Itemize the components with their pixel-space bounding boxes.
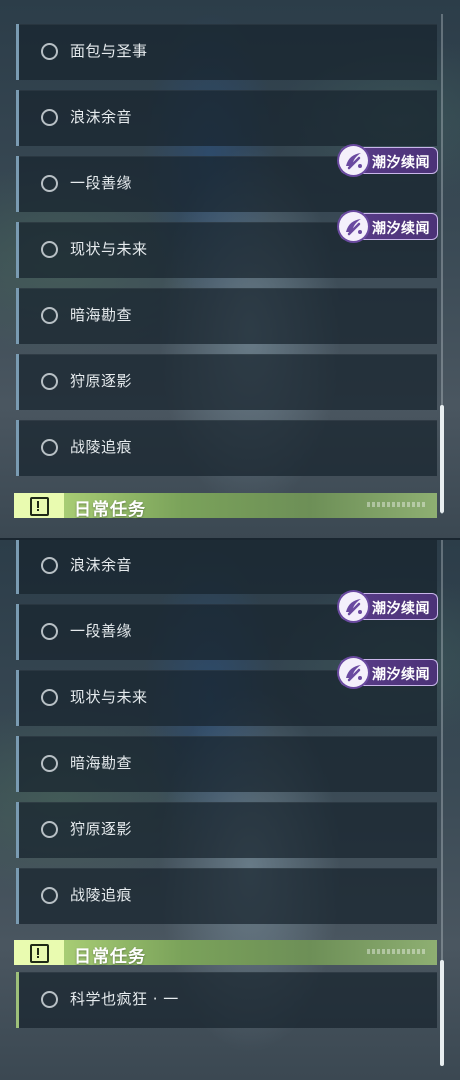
quest-item-label: 狩原逐影 [70,820,133,838]
circle-ring-icon [41,623,58,640]
quest-item-label: 暗海勘查 [70,306,133,324]
circle-ring-icon [41,991,58,1008]
quest-item-label: 战陵追痕 [70,438,133,456]
quest-item[interactable]: 战陵追痕 [16,420,437,476]
quest-item[interactable]: 面包与圣事 [16,24,437,80]
circle-ring-icon [41,557,58,574]
badge-text: 潮汐续闻 [372,667,430,683]
quest-item-label: 暗海勘查 [70,754,133,772]
quest-item-label: 面包与圣事 [70,42,148,60]
circle-ring-icon [41,887,58,904]
section-decoration [367,502,427,507]
badge-text: 潮汐续闻 [372,155,430,171]
tide-story-badge: 潮汐续闻 [339,212,438,241]
section-header-daily[interactable]: 日常任务 [14,493,437,520]
section-title: 日常任务 [74,947,146,967]
exclamation-box-icon [14,493,64,518]
quest-item[interactable]: 浪沫余音 [16,90,437,146]
quest-panel-bottom: 浪沫余音 一段善缘 现状与未来 暗海勘查 狩原逐影 战陵追痕 潮汐续闻 潮汐续闻… [0,540,460,1080]
circle-ring-icon [41,109,58,126]
circle-ring-icon [41,43,58,60]
scrollbar-thumb[interactable] [440,405,444,513]
quest-item[interactable]: 狩原逐影 [16,354,437,410]
circle-ring-icon [41,307,58,324]
circle-ring-icon [41,439,58,456]
scrollbar-thumb[interactable] [440,960,444,1066]
circle-ring-icon [41,755,58,772]
circle-ring-icon [41,821,58,838]
quest-item-label: 一段善缘 [70,174,133,192]
section-title: 日常任务 [74,500,146,520]
exclamation-box-icon [14,940,64,965]
quest-item[interactable]: 暗海勘查 [16,736,437,792]
quest-item-label: 浪沫余音 [70,108,133,126]
quest-item[interactable]: 战陵追痕 [16,868,437,924]
tide-story-badge: 潮汐续闻 [339,146,438,175]
quest-item[interactable]: 暗海勘查 [16,288,437,344]
tide-story-icon [339,212,368,241]
quest-item-label: 战陵追痕 [70,886,133,904]
badge-text: 潮汐续闻 [372,601,430,617]
section-decoration [367,949,427,954]
circle-ring-icon [41,373,58,390]
quest-item-label: 浪沫余音 [70,556,133,574]
quest-item-label: 一段善缘 [70,622,133,640]
quest-item-label: 现状与未来 [70,240,148,258]
tide-story-badge: 潮汐续闻 [339,592,438,621]
quest-item[interactable]: 浪沫余音 [16,540,437,594]
tide-story-icon [339,146,368,175]
circle-ring-icon [41,175,58,192]
daily-quest-item[interactable]: 科学也疯狂 · 一 [16,972,437,1028]
quest-item-label: 现状与未来 [70,688,148,706]
tide-story-icon [339,592,368,621]
quest-item[interactable]: 狩原逐影 [16,802,437,858]
badge-text: 潮汐续闻 [372,221,430,237]
quest-panel-top: 面包与圣事 浪沫余音 一段善缘 现状与未来 暗海勘查 狩原逐影 战陵追痕 潮汐续… [0,0,460,540]
section-header-daily[interactable]: 日常任务 [14,940,437,967]
tide-story-badge: 潮汐续闻 [339,658,438,687]
tide-story-icon [339,658,368,687]
quest-item-label: 狩原逐影 [70,372,133,390]
circle-ring-icon [41,689,58,706]
quest-item-label: 科学也疯狂 · 一 [70,990,179,1008]
circle-ring-icon [41,241,58,258]
